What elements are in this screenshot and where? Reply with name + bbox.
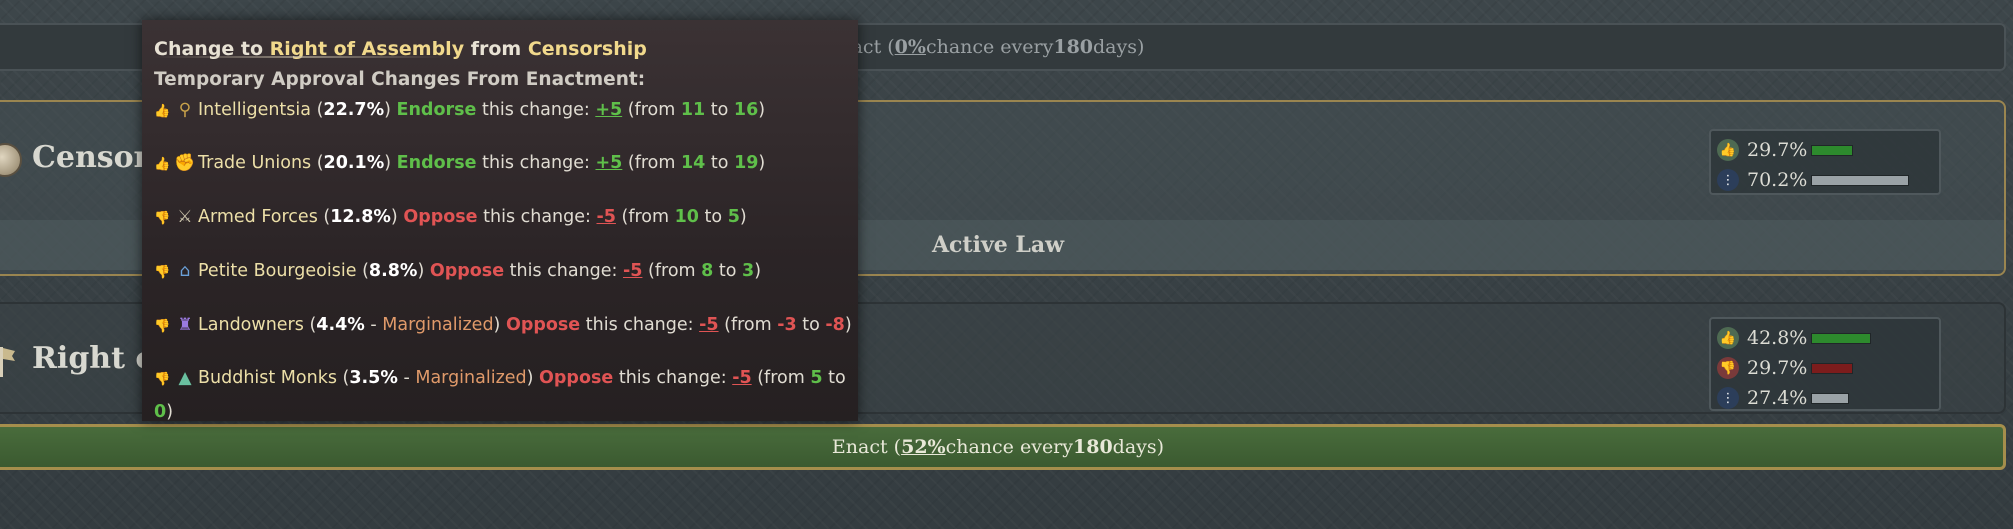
landowners-icon: ♜: [177, 315, 193, 335]
stat-bar: [1811, 362, 1853, 374]
intelligentsia-icon: ⚲: [178, 100, 192, 120]
thumbs-down-icon: 👎: [154, 265, 171, 280]
law-change-tooltip: Change to Right of Assembly from Censors…: [142, 20, 858, 422]
enact-top-days: 180: [1053, 36, 1094, 58]
neutral-icon: ⋮: [1717, 387, 1739, 409]
approval-delta: -5: [623, 261, 643, 281]
approval-to: 19: [734, 153, 759, 173]
group-clout: 12.8%: [330, 207, 391, 227]
thumbs-up-icon: 👍: [154, 157, 171, 172]
interest-group-row: 👍 ⚲ Intelligentsia (22.7%) Endorse this ch…: [154, 94, 854, 128]
group-name: Armed Forces: [198, 207, 318, 227]
approval-from: 14: [681, 153, 706, 173]
thumbs-up-icon: 👍: [1717, 327, 1739, 349]
stance-label: Oppose: [429, 261, 505, 281]
assembly-support-box[interactable]: 👍 42.8% 👎 29.7% ⋮ 27.4%: [1709, 317, 1941, 411]
interest-group-row: 👎 ▲ Buddhist Monks (3.5% - Marginalized) O…: [154, 362, 854, 428]
group-clout: 20.1%: [323, 153, 385, 173]
approval-from: 8: [701, 261, 714, 281]
enact-percent: 52%: [901, 436, 946, 458]
approval-delta: -5: [596, 207, 616, 227]
stance-label: Oppose: [505, 315, 581, 335]
enact-top-suffix: days): [1093, 36, 1145, 58]
stat-row-neutral: ⋮ 70.2%: [1717, 165, 1933, 195]
group-name: Buddhist Monks: [198, 368, 337, 388]
interest-group-row: 👍 ✊ Trade Unions (20.1%) Endorse this chan…: [154, 147, 854, 181]
group-name: Petite Bourgeoisie: [198, 261, 357, 281]
buddhist-monks-icon: ▲: [178, 368, 192, 388]
stat-bar: [1811, 332, 1871, 344]
enact-button[interactable]: Enact (52% chance every 180 days): [0, 424, 2006, 470]
group-clout: 8.8%: [368, 261, 418, 281]
censorship-support-box[interactable]: 👍 29.7% ⋮ 70.2%: [1709, 129, 1941, 195]
stat-row-neutral: ⋮ 27.4%: [1717, 383, 1933, 413]
approval-to: 5: [727, 207, 740, 227]
approval-from: -3: [777, 315, 797, 335]
interest-group-row: 👎 ⌂ Petite Bourgeoisie (8.8%) Oppose this …: [154, 255, 854, 289]
enact-top-middle: chance every: [925, 36, 1054, 58]
stat-value: 42.8%: [1747, 327, 1808, 349]
approval-delta: -5: [732, 368, 752, 388]
enact-middle: chance every: [945, 436, 1073, 458]
group-name: Trade Unions: [198, 153, 312, 173]
approval-to: -8: [825, 315, 845, 335]
stat-value: 27.4%: [1747, 387, 1808, 409]
marginalized-label: Marginalized: [382, 315, 494, 335]
thumbs-up-icon: 👍: [154, 104, 171, 119]
stat-value: 29.7%: [1747, 139, 1808, 161]
thumbs-up-icon: 👍: [1717, 139, 1739, 161]
armed-forces-icon: ⚔: [177, 207, 193, 227]
stance-label: Endorse: [396, 100, 477, 120]
approval-delta: +5: [595, 153, 623, 173]
stat-bar: [1811, 174, 1909, 186]
tooltip-header-mid: from: [464, 38, 528, 60]
interest-group-row: 👎 ⚔ Armed Forces (12.8%) Oppose this chang…: [154, 201, 854, 235]
stat-bar: [1811, 144, 1853, 156]
tooltip-divider: [154, 56, 444, 58]
group-name: Intelligentsia: [198, 100, 311, 120]
approval-delta: +5: [595, 100, 623, 120]
group-name: Landowners: [198, 315, 304, 335]
thumbs-down-icon: 👎: [154, 319, 171, 334]
group-clout: 3.5%: [349, 368, 398, 388]
neutral-icon: ⋮: [1717, 169, 1739, 191]
interest-group-row: 👎 ♜ Landowners (4.4% - Marginalized) Oppos…: [154, 309, 854, 343]
enact-top-prefix: act (: [851, 36, 895, 58]
stat-value: 29.7%: [1747, 357, 1808, 379]
approval-delta: -5: [699, 315, 719, 335]
enact-top-percent: 0%: [894, 36, 926, 58]
stance-label: Oppose: [403, 207, 478, 227]
approval-to: 16: [733, 100, 759, 120]
active-law-label: Active Law: [931, 232, 1065, 258]
approval-from: 5: [810, 368, 823, 388]
enact-suffix: days): [1112, 436, 1165, 458]
approval-from: 11: [680, 100, 706, 120]
marginalized-label: Marginalized: [415, 368, 527, 388]
enact-prefix: Enact (: [831, 436, 902, 458]
tooltip-subheader: Temporary Approval Changes From Enactmen…: [154, 69, 646, 90]
approval-to: 0: [154, 402, 167, 422]
flag-icon: [0, 347, 15, 377]
group-clout: 4.4%: [316, 315, 365, 335]
thumbs-down-icon: 👎: [1717, 357, 1739, 379]
stat-row-support: 👍 42.8%: [1717, 323, 1933, 353]
enact-days: 180: [1073, 436, 1113, 458]
approval-from: 10: [674, 207, 699, 227]
stat-value: 70.2%: [1747, 169, 1808, 191]
approval-to: 3: [742, 261, 755, 281]
tooltip-from-law: Censorship: [527, 38, 647, 60]
thumbs-down-icon: 👎: [154, 211, 171, 226]
stance-label: Endorse: [396, 153, 477, 173]
stat-bar: [1811, 392, 1849, 404]
stat-row-support: 👍 29.7%: [1717, 135, 1933, 165]
group-clout: 22.7%: [323, 100, 385, 120]
trade-unions-icon: ✊: [174, 153, 196, 173]
stat-row-oppose: 👎 29.7%: [1717, 353, 1933, 383]
petite-bourgeoisie-icon: ⌂: [179, 261, 191, 281]
stance-label: Oppose: [539, 368, 614, 388]
thumbs-down-icon: 👎: [154, 372, 171, 387]
